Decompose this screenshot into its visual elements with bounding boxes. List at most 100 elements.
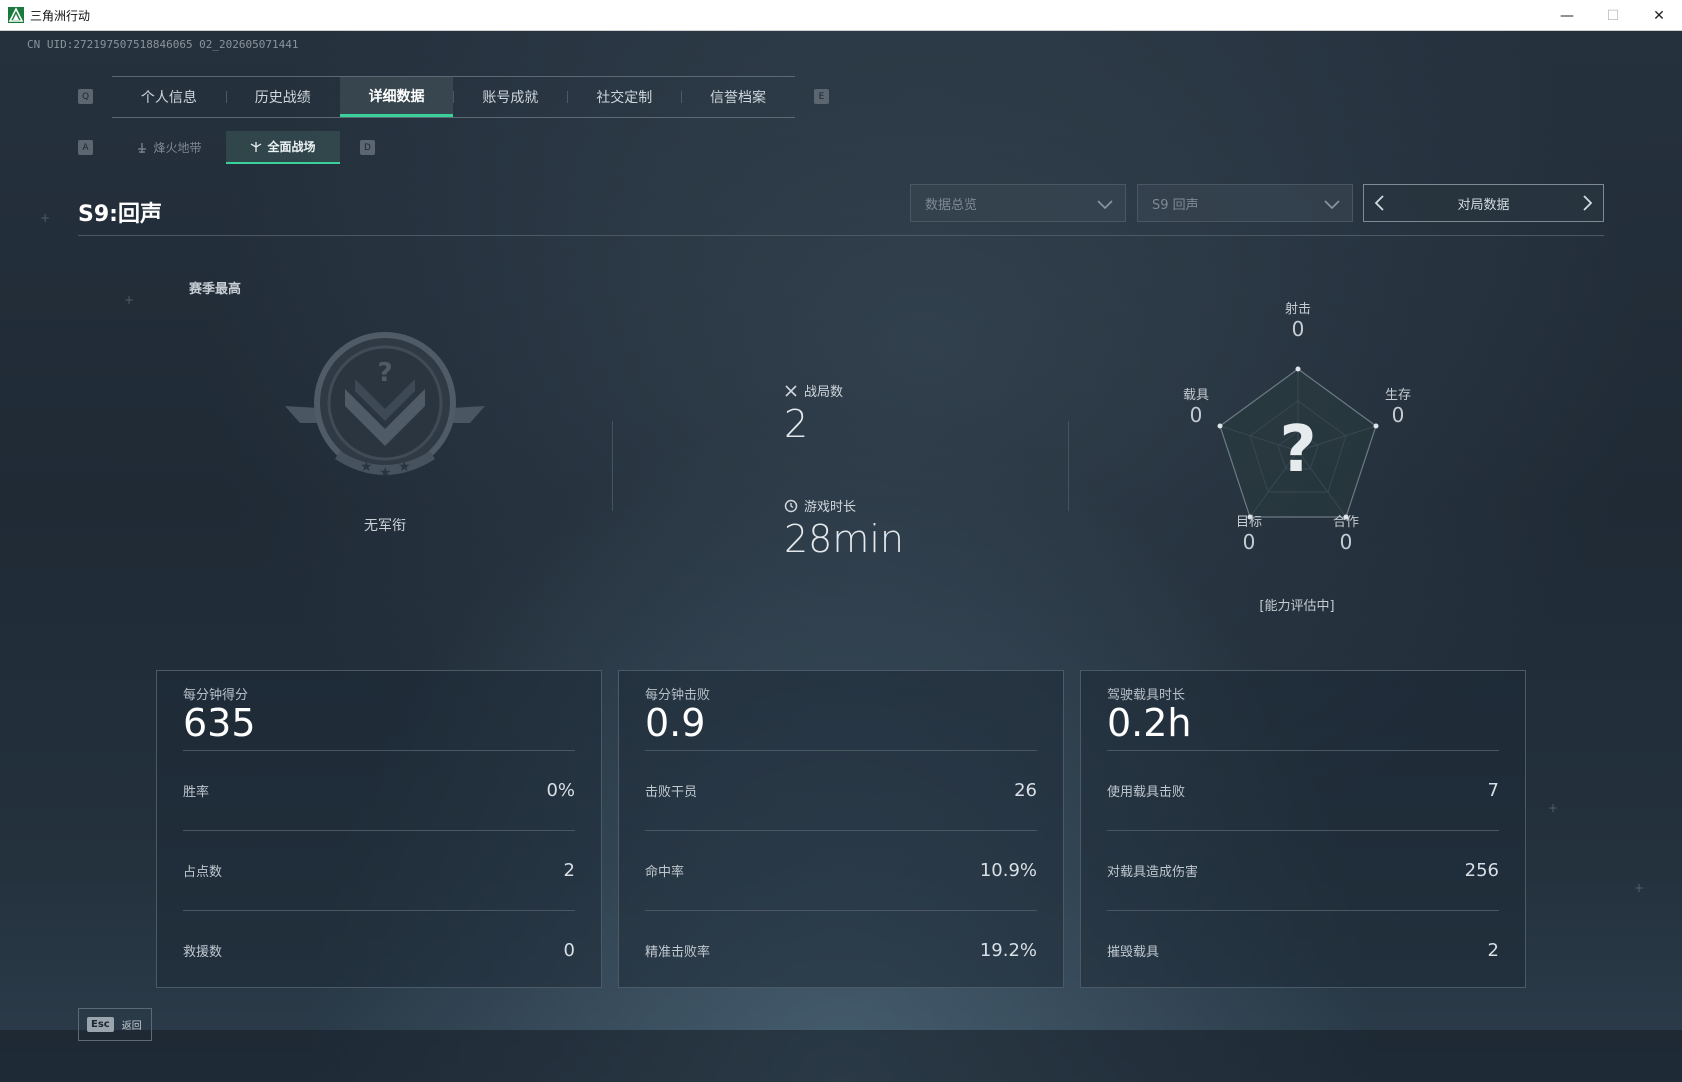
clock-icon: [784, 499, 798, 512]
rank-badge-icon: ? ★ ★ ★: [285, 332, 485, 481]
decorative-cross: +: [40, 211, 51, 225]
match-data-selector: 对局数据: [1363, 184, 1604, 222]
stat-row-label: 命中率: [645, 865, 685, 880]
playtime-label: 游戏时长: [804, 500, 857, 515]
stat-row-value: 10.9%: [979, 860, 1037, 881]
rank-name: 无军衔: [364, 518, 406, 534]
card-head-value: 0.9: [645, 701, 706, 745]
stat-row-value: 2: [1487, 940, 1499, 961]
player-uid: CN UID:272197507518846065 02_20260507144…: [27, 38, 299, 51]
stat-row: 击败干员 26: [645, 750, 1037, 830]
radar-value-cooperation: 0: [1339, 530, 1353, 554]
stat-row-value: 0: [563, 940, 575, 961]
season-title: S9:回声: [78, 202, 162, 227]
flame-zone-icon: [138, 142, 147, 153]
game-viewport: CN UID:272197507518846065 02_20260507144…: [0, 31, 1682, 1082]
card-head-value: 635: [183, 701, 256, 745]
stat-row-label: 对载具造成伤害: [1107, 865, 1199, 880]
radar-label-shooting: 射击: [1284, 302, 1311, 317]
app-logo-icon: [8, 7, 24, 23]
section-divider: [1068, 421, 1069, 511]
subtab-full-battlefield-label: 全面战场: [267, 140, 316, 154]
stat-row: 使用载具击败 7: [1107, 750, 1499, 830]
stat-row-label: 击败干员: [645, 785, 698, 800]
ability-radar-chart: ?: [1217, 366, 1379, 520]
stat-row-value: 19.2%: [979, 940, 1037, 961]
minimize-button[interactable]: —: [1544, 0, 1590, 31]
stat-row: 占点数 2: [183, 830, 575, 910]
svg-text:★: ★: [379, 465, 392, 481]
playtime-stat: 游戏时长 28min: [784, 496, 904, 561]
score-card: 每分钟得分 635 胜率 0% 占点数 2 救援数 0: [156, 670, 602, 988]
svg-text:★: ★: [398, 459, 411, 475]
tab-social-customization[interactable]: 社交定制: [567, 77, 681, 117]
esc-key-hint: Esc: [87, 1017, 114, 1032]
subtab-flame-zone[interactable]: 烽火地带: [112, 131, 226, 164]
tab-personal-info[interactable]: 个人信息: [112, 77, 226, 117]
stat-row: 胜率 0%: [183, 750, 575, 830]
kills-card: 每分钟击败 0.9 击败干员 26 命中率 10.9% 精准击败率 19.2%: [618, 670, 1064, 988]
stat-row-value: 26: [1014, 780, 1037, 801]
tab-history-records[interactable]: 历史战绩: [225, 77, 340, 117]
window-titlebar: 三角洲行动 — ☐ ✕: [0, 0, 1682, 31]
overview-dropdown[interactable]: 数据总览: [910, 184, 1126, 222]
key-hint-e: E: [814, 89, 829, 104]
matches-stat: 战局数 2: [784, 381, 843, 446]
tab-credit-record[interactable]: 信誉档案: [681, 77, 795, 117]
radar-value-vehicle: 0: [1189, 403, 1203, 427]
stat-row-value: 7: [1487, 780, 1499, 801]
season-dropdown[interactable]: S9 回声: [1137, 184, 1353, 222]
tab-account-achievements[interactable]: 账号成就: [453, 77, 567, 117]
season-best-label: 赛季最高: [189, 282, 242, 297]
battlefield-icon: [251, 141, 262, 152]
playtime-value: 28min: [784, 517, 905, 561]
radar-label-objective: 目标: [1235, 515, 1262, 530]
decorative-cross: +: [1548, 801, 1559, 815]
stat-row: 精准击败率 19.2%: [645, 910, 1037, 990]
chevron-down-icon: [1324, 200, 1340, 210]
radar-label-cooperation: 合作: [1332, 515, 1359, 530]
tab-detailed-data[interactable]: 详细数据: [339, 77, 454, 117]
matches-value: 2: [784, 402, 809, 446]
radar-value-survival: 0: [1391, 403, 1405, 427]
stat-row-label: 摧毁载具: [1107, 945, 1160, 960]
stat-row-label: 救援数: [183, 945, 223, 960]
radar-label-survival: 生存: [1384, 388, 1411, 403]
stat-row: 命中率 10.9%: [645, 830, 1037, 910]
key-hint-q: Q: [78, 89, 93, 104]
stat-row-value: 256: [1464, 860, 1499, 881]
close-button[interactable]: ✕: [1636, 0, 1682, 31]
match-data-label: 对局数据: [1457, 197, 1510, 213]
chevron-left-icon[interactable]: [1370, 193, 1390, 213]
stat-row-label: 使用载具击败: [1107, 785, 1186, 800]
decorative-cross: +: [124, 293, 135, 307]
crossed-swords-icon: [785, 384, 797, 397]
subtab-flame-zone-label: 烽火地带: [153, 141, 202, 155]
stat-row-label: 占点数: [183, 865, 223, 880]
radar-center-glyph: ?: [1279, 413, 1316, 487]
card-head-value: 0.2h: [1107, 701, 1192, 745]
overview-dropdown-value: 数据总览: [925, 197, 978, 213]
stat-row-value: 0%: [546, 780, 575, 801]
matches-label: 战局数: [804, 385, 844, 400]
back-button[interactable]: Esc 返回: [78, 1008, 152, 1041]
season-dropdown-value: S9 回声: [1152, 197, 1199, 213]
decorative-cross: +: [1634, 881, 1645, 895]
stat-row: 救援数 0: [183, 910, 575, 990]
key-hint-a: A: [78, 140, 93, 155]
sub-tab-bar: 烽火地带 全面战场: [112, 131, 340, 164]
main-tab-bar: 个人信息 历史战绩 详细数据 账号成就 社交定制 信誉档案: [112, 76, 795, 118]
vehicle-card: 驾驶载具时长 0.2h 使用载具击败 7 对载具造成伤害 256 摧毁载具 2: [1080, 670, 1526, 988]
header-divider: [78, 235, 1604, 236]
radar-status: [能力评估中]: [1259, 599, 1335, 614]
section-divider: [612, 421, 613, 511]
radar-value-objective: 0: [1242, 530, 1256, 554]
maximize-button[interactable]: ☐: [1590, 0, 1636, 31]
stat-row-label: 精准击败率: [645, 945, 711, 960]
bottom-bar: [0, 1030, 1682, 1082]
subtab-full-battlefield[interactable]: 全面战场: [226, 131, 340, 164]
chevron-right-icon[interactable]: [1577, 193, 1597, 213]
svg-text:?: ?: [377, 358, 392, 388]
stat-row: 摧毁载具 2: [1107, 910, 1499, 990]
stat-row-label: 胜率: [183, 785, 210, 800]
